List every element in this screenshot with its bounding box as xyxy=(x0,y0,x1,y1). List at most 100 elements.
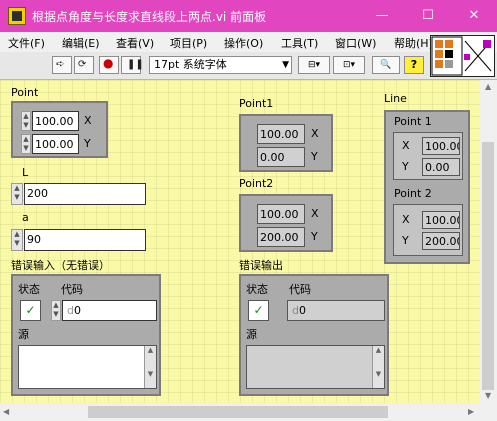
point1-x-label: X xyxy=(311,127,319,140)
error-out-code-value: d0 xyxy=(287,300,385,321)
font-select-value: 17pt 系统字体 xyxy=(154,58,227,71)
line-p1-y-value: 0.00 xyxy=(422,158,460,176)
line-p2-y-value: 200.00 xyxy=(422,232,460,250)
menu-operate[interactable]: 操作(O) xyxy=(224,35,263,51)
help-icon: ? xyxy=(410,58,418,71)
point2-label: Point2 xyxy=(239,177,274,190)
point2-x-label: X xyxy=(311,207,319,220)
line-point1-cluster: X 100.00 Y 0.00 xyxy=(393,132,463,180)
error-in-source-textarea[interactable]: ▲ ▼ xyxy=(18,345,157,389)
abort-button[interactable]: ● xyxy=(99,56,119,74)
point1-label: Point1 xyxy=(239,97,274,110)
labview-app-icon xyxy=(8,7,26,25)
close-button[interactable]: ✕ xyxy=(451,0,497,32)
line-point2-cluster: X 100.00 Y 200.00 xyxy=(393,204,463,256)
error-in-code-spinner[interactable]: ▲ ▼ xyxy=(51,300,61,321)
point-y-input[interactable]: 100.00 xyxy=(32,134,79,154)
error-out-source-textarea: ▲ ▼ xyxy=(246,345,385,389)
error-in-code-value: 0 xyxy=(73,304,81,317)
minimize-button[interactable]: — xyxy=(359,0,405,32)
l-spinner[interactable]: ▲ ▼ xyxy=(11,183,23,205)
point-x-spinner[interactable]: ▲ ▼ xyxy=(21,111,31,131)
point-y-spinner[interactable]: ▲ ▼ xyxy=(21,134,31,154)
error-in-code-input[interactable]: d0 xyxy=(62,300,157,321)
error-in-cluster: 状态 代码 ✓ ▲ ▼ d0 源 ▲ ▼ xyxy=(11,274,161,396)
error-out-source-scrollbar[interactable]: ▲ ▼ xyxy=(372,346,384,388)
point-x-label: X xyxy=(84,114,92,127)
l-input[interactable]: 200 xyxy=(24,183,146,205)
error-in-code-prefix: d xyxy=(67,304,74,317)
error-in-source-scrollbar[interactable]: ▲ ▼ xyxy=(144,346,156,388)
point-cluster: ▲ ▼ 100.00 X ▲ ▼ 100.00 Y xyxy=(11,101,108,158)
a-input[interactable]: 90 xyxy=(24,229,146,251)
menu-project[interactable]: 项目(P) xyxy=(170,35,207,51)
error-in-code-label: 代码 xyxy=(61,283,83,296)
run-continuously-button[interactable]: ⟳ xyxy=(74,56,94,74)
line-cluster: Point 1 X 100.00 Y 0.00 Point 2 X 100.00… xyxy=(384,110,470,264)
menu-edit[interactable]: 编辑(E) xyxy=(62,35,100,51)
context-help-button[interactable]: ? xyxy=(404,56,424,74)
error-out-cluster: 状态 代码 ✓ d0 源 ▲ ▼ xyxy=(239,274,389,396)
menu-view[interactable]: 查看(V) xyxy=(116,35,154,51)
window-title: 根据点角度与长度求直线段上两点.vi 前面板 xyxy=(32,10,267,24)
run-button[interactable]: ➪ xyxy=(52,56,72,74)
point-y-label: Y xyxy=(84,137,91,150)
scroll-left-icon[interactable]: ◀ xyxy=(3,407,9,416)
error-out-status-indicator: ✓ xyxy=(248,300,269,321)
stop-icon: ● xyxy=(103,56,114,70)
menu-window[interactable]: 窗口(W) xyxy=(335,35,376,51)
line-point1-label: Point 1 xyxy=(394,115,432,128)
menu-file[interactable]: 文件(F) xyxy=(8,35,45,51)
front-panel: Point ▲ ▼ 100.00 X ▲ ▼ 100.00 Y L ▲ ▼ 200 a… xyxy=(0,80,480,403)
point1-x-value: 100.00 xyxy=(257,124,305,144)
maximize-button[interactable]: ☐ xyxy=(405,0,451,32)
pause-button[interactable]: ❚❚ xyxy=(121,56,144,74)
chevron-down-icon: ▼ xyxy=(282,60,289,70)
error-in-status-checkbox[interactable]: ✓ xyxy=(20,300,41,321)
align-objects-dropdown[interactable]: ⊟▾ xyxy=(298,56,330,74)
error-out-code-number: 0 xyxy=(298,304,306,317)
search-button[interactable]: 🔍 xyxy=(372,56,400,74)
horizontal-scrollbar-thumb[interactable] xyxy=(88,406,388,418)
a-label: a xyxy=(22,211,29,224)
point2-x-value: 100.00 xyxy=(257,204,305,224)
error-out-code-prefix: d xyxy=(292,304,299,317)
horizontal-scrollbar[interactable]: ◀ ▶ xyxy=(0,403,480,421)
menu-help[interactable]: 帮助(H) xyxy=(394,35,430,51)
check-icon: ✓ xyxy=(25,303,36,317)
run-arrow-icon: ➪ xyxy=(56,59,65,70)
line-p2-y-label: Y xyxy=(402,234,409,247)
menu-tools[interactable]: 工具(T) xyxy=(281,35,318,51)
scrollbar-corner xyxy=(480,403,497,421)
point-label: Point xyxy=(11,86,39,99)
vertical-scrollbar-thumb[interactable] xyxy=(482,142,494,390)
point2-cluster: 100.00 X 200.00 Y xyxy=(239,194,333,252)
vi-connector-pane-icon xyxy=(430,35,495,77)
scroll-down-icon[interactable]: ▼ xyxy=(485,391,491,400)
distribute-objects-dropdown[interactable]: ⊡▾ xyxy=(333,56,365,74)
scroll-up-icon[interactable]: ▲ xyxy=(485,82,491,91)
point-x-input[interactable]: 100.00 xyxy=(32,111,79,131)
line-point2-label: Point 2 xyxy=(394,187,432,200)
point2-y-label: Y xyxy=(311,230,318,243)
pause-icon: ❚❚ xyxy=(127,59,144,70)
run-continuously-icon: ⟳ xyxy=(78,59,87,70)
line-label: Line xyxy=(384,92,407,105)
error-out-code-label: 代码 xyxy=(289,283,311,296)
point2-y-value: 200.00 xyxy=(257,227,305,247)
scroll-right-icon[interactable]: ▶ xyxy=(468,407,474,416)
a-spinner[interactable]: ▲ ▼ xyxy=(11,229,23,251)
point1-y-label: Y xyxy=(311,150,318,163)
l-label: L xyxy=(22,166,29,179)
line-p1-y-label: Y xyxy=(402,160,409,173)
vertical-scrollbar[interactable]: ▲ ▼ xyxy=(480,80,497,403)
toolbar: ➪ ⟳ ● ❚❚ 17pt 系统字体 ▼ ⊟▾ ⊡▾ 🔍 ? xyxy=(0,52,497,80)
check-icon: ✓ xyxy=(253,303,264,317)
error-out-status-label: 状态 xyxy=(246,283,268,296)
font-select[interactable]: 17pt 系统字体 ▼ xyxy=(149,56,292,74)
title-bar: 根据点角度与长度求直线段上两点.vi 前面板 — ☐ ✕ xyxy=(0,0,497,32)
error-out-source-label: 源 xyxy=(246,328,257,341)
error-in-label: 错误输入（无错误） xyxy=(11,259,110,272)
error-out-label: 错误输出 xyxy=(239,259,283,272)
error-in-source-label: 源 xyxy=(18,328,29,341)
